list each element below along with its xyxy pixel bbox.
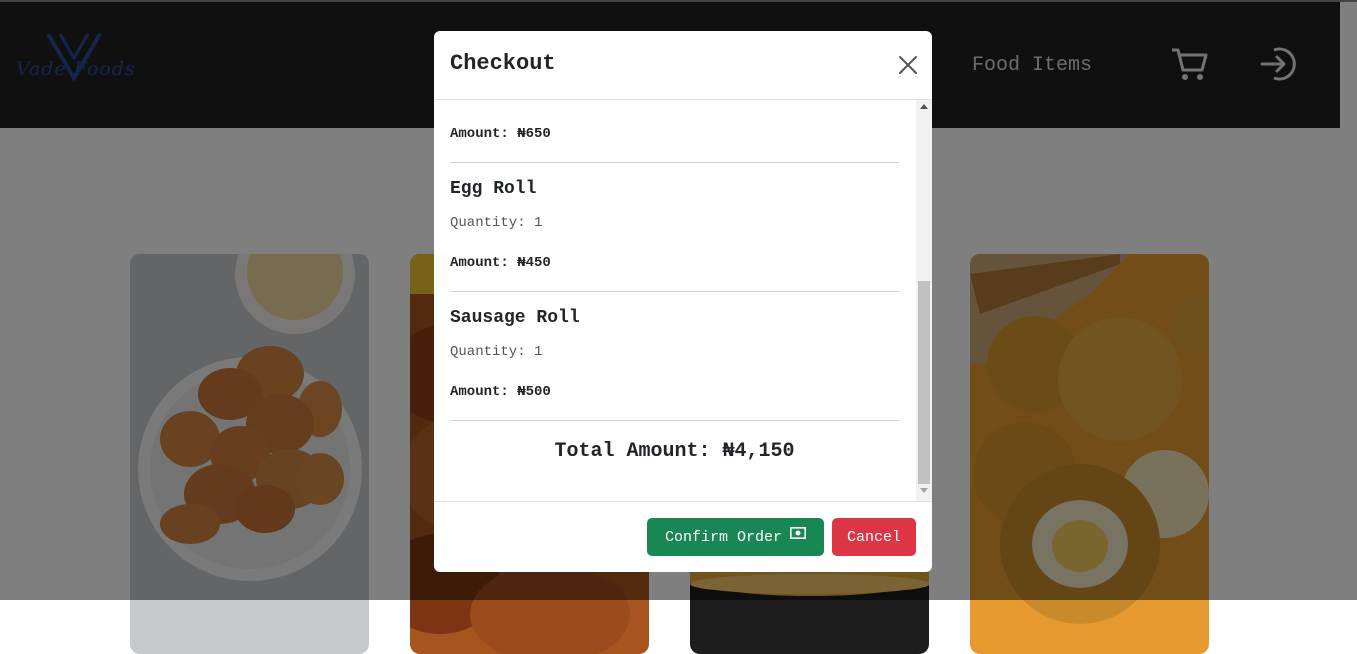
order-item-name: Egg Roll — [450, 179, 537, 199]
order-item-name: Sausage Roll — [450, 308, 580, 328]
cancel-label: Cancel — [846, 528, 901, 546]
modal-scrollbar[interactable] — [916, 100, 932, 501]
divider — [450, 420, 899, 421]
scroll-up-arrow[interactable] — [920, 104, 928, 109]
order-item-amount: Amount: ₦650 — [450, 126, 551, 142]
modal-header: Checkout — [434, 31, 932, 100]
close-icon[interactable] — [896, 53, 920, 77]
cancel-button[interactable]: Cancel — [832, 518, 916, 556]
order-item-amount: Amount: ₦500 — [450, 384, 551, 400]
confirm-order-button[interactable]: Confirm Order — [647, 518, 824, 556]
order-item-quantity: Quantity: 1 — [450, 344, 543, 360]
checkout-modal: Checkout Amount: ₦650 Egg Roll Quantity:… — [434, 31, 932, 572]
modal-title: Checkout — [450, 51, 556, 76]
modal-body[interactable]: Amount: ₦650 Egg Roll Quantity: 1 Amount… — [434, 100, 916, 501]
money-icon — [790, 527, 807, 539]
modal-footer: Confirm Order Cancel — [434, 501, 932, 572]
confirm-order-label: Confirm Order — [664, 528, 783, 546]
scroll-down-arrow[interactable] — [920, 488, 928, 493]
scroll-thumb[interactable] — [918, 281, 930, 484]
divider — [450, 162, 899, 163]
order-item-amount: Amount: ₦450 — [450, 255, 551, 271]
divider — [450, 291, 899, 292]
total-amount: Total Amount: ₦4,150 — [554, 440, 795, 463]
order-item-quantity: Quantity: 1 — [450, 215, 543, 231]
